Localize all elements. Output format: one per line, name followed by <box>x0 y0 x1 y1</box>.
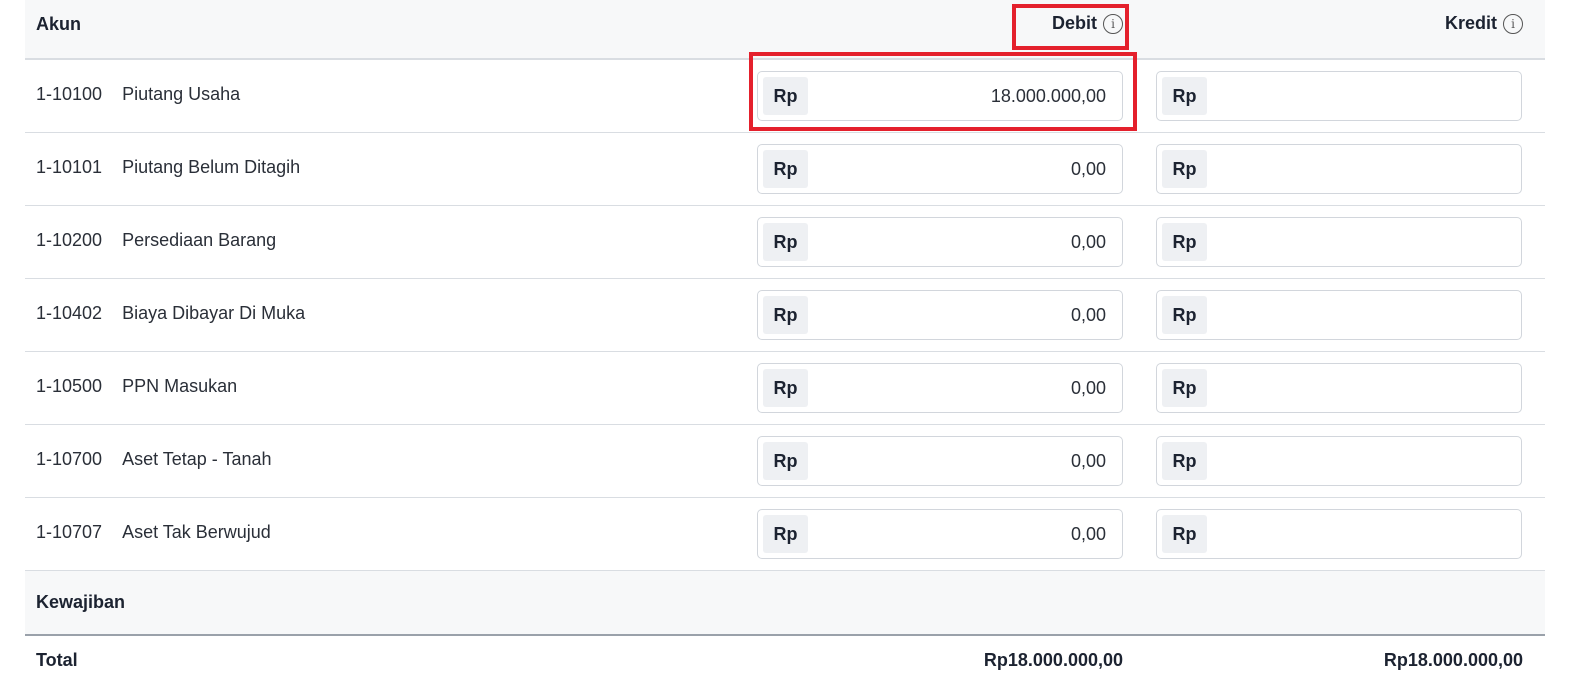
account-name: Persediaan Barang <box>122 230 277 250</box>
kredit-input[interactable]: Rp <box>1156 290 1522 340</box>
account-name: Aset Tak Berwujud <box>122 522 271 542</box>
kredit-input[interactable]: Rp <box>1156 509 1522 559</box>
currency-prefix: Rp <box>1162 515 1207 553</box>
debit-input[interactable]: Rp 0,00 <box>757 144 1123 194</box>
info-icon[interactable]: i <box>1503 13 1523 34</box>
currency-prefix: Rp <box>763 296 808 334</box>
debit-input[interactable]: Rp 0,00 <box>757 509 1123 559</box>
section-header-kewajiban: Kewajiban <box>25 571 1545 636</box>
debit-input[interactable]: Rp 0,00 <box>757 290 1123 340</box>
account-cell: 1-10500 PPN Masukan <box>36 376 237 397</box>
kredit-input[interactable]: Rp <box>1156 144 1522 194</box>
currency-prefix: Rp <box>1162 223 1207 261</box>
currency-prefix: Rp <box>1162 369 1207 407</box>
account-name: Aset Tetap - Tanah <box>122 449 272 469</box>
total-debit: Rp18.000.000,00 <box>983 650 1123 670</box>
debit-value: 0,00 <box>1070 378 1106 398</box>
kredit-input[interactable]: Rp <box>1156 217 1522 267</box>
info-icon[interactable]: i <box>1103 13 1123 34</box>
table-row: 1-10101 Piutang Belum Ditagih Rp 0,00 Rp <box>25 133 1545 206</box>
currency-prefix: Rp <box>763 223 808 261</box>
debit-input[interactable]: Rp 18.000.000,00 <box>757 71 1123 121</box>
currency-prefix: Rp <box>763 77 808 115</box>
account-name: Piutang Usaha <box>122 84 241 104</box>
column-header-debit-label: Debit <box>1052 13 1097 33</box>
section-title: Kewajiban <box>36 592 126 612</box>
currency-prefix: Rp <box>763 150 808 188</box>
column-header-kredit: Kredit i <box>1445 13 1523 34</box>
account-cell: 1-10402 Biaya Dibayar Di Muka <box>36 303 305 324</box>
table-header: Akun Debit i Kredit i <box>25 0 1545 60</box>
debit-value: 0,00 <box>1070 232 1106 252</box>
total-row: Total Rp18.000.000,00 Rp18.000.000,00 <box>25 636 1545 696</box>
currency-prefix: Rp <box>1162 150 1207 188</box>
debit-value: 0,00 <box>1070 524 1106 544</box>
debit-value: 0,00 <box>1070 159 1106 179</box>
balance-table: Akun Debit i Kredit i 1-10100 Piutang Us… <box>25 0 1545 696</box>
kredit-input[interactable]: Rp <box>1156 71 1522 121</box>
debit-value: 0,00 <box>1070 305 1106 325</box>
account-cell: 1-10700 Aset Tetap - Tanah <box>36 449 272 470</box>
account-code: 1-10100 <box>36 84 103 104</box>
column-header-akun: Akun <box>36 14 81 34</box>
table-row: 1-10707 Aset Tak Berwujud Rp 0,00 Rp <box>25 498 1545 571</box>
column-header-debit: Debit i <box>1052 13 1123 34</box>
currency-prefix: Rp <box>763 515 808 553</box>
account-code: 1-10707 <box>36 522 103 542</box>
table-row: 1-10500 PPN Masukan Rp 0,00 Rp <box>25 352 1545 425</box>
account-name: Biaya Dibayar Di Muka <box>122 303 306 323</box>
currency-prefix: Rp <box>1162 296 1207 334</box>
debit-value: 18.000.000,00 <box>990 86 1106 106</box>
debit-value: 0,00 <box>1070 451 1106 471</box>
account-code: 1-10500 <box>36 376 103 396</box>
table-row: 1-10402 Biaya Dibayar Di Muka Rp 0,00 Rp <box>25 279 1545 352</box>
account-name: Piutang Belum Ditagih <box>122 157 301 177</box>
table-row: 1-10700 Aset Tetap - Tanah Rp 0,00 Rp <box>25 425 1545 498</box>
account-code: 1-10700 <box>36 449 103 469</box>
account-cell: 1-10101 Piutang Belum Ditagih <box>36 157 300 178</box>
kredit-input[interactable]: Rp <box>1156 436 1522 486</box>
currency-prefix: Rp <box>1162 442 1207 480</box>
account-code: 1-10200 <box>36 230 103 250</box>
total-label: Total <box>36 650 78 670</box>
table-row: 1-10100 Piutang Usaha Rp 18.000.000,00 R… <box>25 60 1545 133</box>
column-header-kredit-label: Kredit <box>1444 13 1497 33</box>
account-cell: 1-10707 Aset Tak Berwujud <box>36 522 271 543</box>
total-kredit: Rp18.000.000,00 <box>1383 650 1523 670</box>
account-code: 1-10402 <box>36 303 103 323</box>
currency-prefix: Rp <box>763 442 808 480</box>
kredit-input[interactable]: Rp <box>1156 363 1522 413</box>
currency-prefix: Rp <box>1162 77 1207 115</box>
account-cell: 1-10100 Piutang Usaha <box>36 84 240 105</box>
account-name: PPN Masukan <box>122 376 238 396</box>
currency-prefix: Rp <box>763 369 808 407</box>
debit-input[interactable]: Rp 0,00 <box>757 363 1123 413</box>
account-cell: 1-10200 Persediaan Barang <box>36 230 276 251</box>
table-row: 1-10200 Persediaan Barang Rp 0,00 Rp <box>25 206 1545 279</box>
debit-input[interactable]: Rp 0,00 <box>757 217 1123 267</box>
debit-input[interactable]: Rp 0,00 <box>757 436 1123 486</box>
account-code: 1-10101 <box>36 157 103 177</box>
